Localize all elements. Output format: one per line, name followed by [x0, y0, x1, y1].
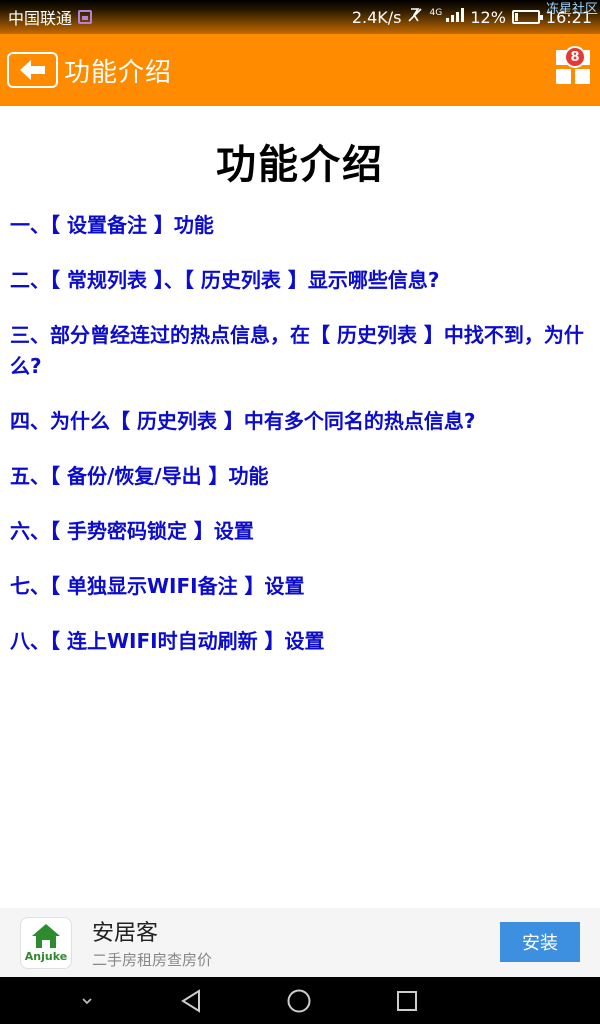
nav-back-button[interactable]	[166, 977, 216, 1024]
chevron-down-icon	[82, 997, 92, 1004]
system-nav-bar	[0, 977, 600, 1024]
logo-text: Anjuke	[24, 949, 68, 963]
main-content: 功能介绍 一、【 设置备注 】功能 二、【 常规列表 】、【 历史列表 】显示哪…	[0, 106, 600, 906]
nav-recent-button[interactable]	[382, 977, 432, 1024]
watermark-text: 冻星社区	[545, 2, 598, 17]
ad-app-name: 安居客	[92, 921, 159, 946]
arrow-left-icon	[19, 60, 45, 80]
gallery-notification-icon	[78, 10, 93, 24]
home-circle-icon	[287, 989, 311, 1012]
notification-badge: 8	[564, 46, 586, 68]
battery-percent: 12%	[470, 7, 506, 27]
app-bar-title: 功能介绍	[64, 57, 173, 88]
anjuke-logo: Anjuke	[20, 916, 72, 969]
ad-description: 二手房租房查房价	[92, 951, 213, 969]
feature-list: 一、【 设置备注 】功能 二、【 常规列表 】、【 历史列表 】显示哪些信息? …	[0, 210, 600, 657]
ad-banner[interactable]: Anjuke 安居客 二手房租房查房价 安装	[0, 908, 600, 977]
nav-home-button[interactable]	[274, 977, 324, 1024]
feature-link-2[interactable]: 二、【 常规列表 】、【 历史列表 】显示哪些信息?	[10, 265, 590, 296]
recent-square-icon	[397, 990, 417, 1011]
feature-link-5[interactable]: 五、【 备份/恢复/导出 】功能	[10, 461, 590, 492]
feature-link-3[interactable]: 三、部分曾经连过的热点信息，在【 历史列表 】中找不到，为什么?	[10, 320, 590, 382]
feature-link-6[interactable]: 六、【 手势密码锁定 】设置	[10, 516, 590, 547]
feature-link-1[interactable]: 一、【 设置备注 】功能	[10, 210, 590, 241]
battery-icon	[511, 10, 543, 24]
install-button[interactable]: 安装	[500, 922, 580, 962]
app-bar: 功能介绍 8	[0, 34, 600, 106]
nav-collapse-button[interactable]	[62, 977, 112, 1024]
network-type: 4G	[429, 8, 443, 18]
page-title: 功能介绍	[216, 142, 384, 188]
house-icon	[32, 923, 60, 948]
grid-menu-button[interactable]: 8	[556, 46, 592, 86]
mute-icon	[407, 7, 423, 27]
feature-link-7[interactable]: 七、【 单独显示WIFI备注 】设置	[10, 571, 590, 602]
status-bar: 中国联通 2.4K/s 4G 12% 16:21 冻星社区	[0, 0, 600, 34]
network-speed: 2.4K/s	[351, 7, 402, 27]
back-triangle-icon	[181, 988, 200, 1013]
battery-fill	[514, 13, 518, 21]
feature-link-8[interactable]: 八、【 连上WIFI时自动刷新 】设置	[10, 626, 590, 657]
signal-icon: 4G	[429, 8, 465, 26]
back-button[interactable]	[7, 52, 58, 88]
carrier-label: 中国联通	[8, 9, 73, 28]
feature-link-4[interactable]: 四、为什么【 历史列表 】中有多个同名的热点信息?	[10, 406, 590, 437]
